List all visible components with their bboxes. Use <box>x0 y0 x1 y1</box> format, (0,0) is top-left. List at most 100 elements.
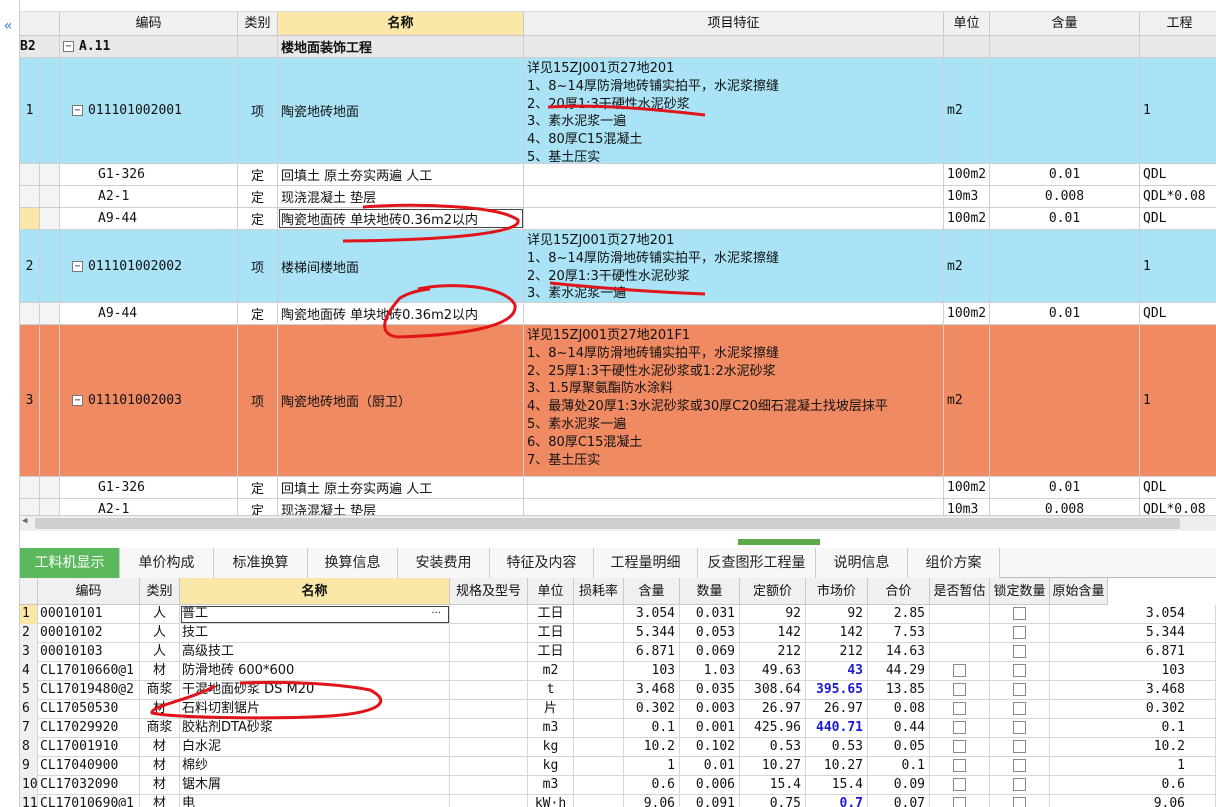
section-row[interactable]: B2− A.11 楼地面装饰工程 <box>20 36 1216 58</box>
material-market[interactable]: 43 <box>806 662 868 681</box>
ellipsis-icon[interactable]: ··· <box>431 605 441 623</box>
material-name[interactable]: 技工 <box>180 624 450 643</box>
material-orig[interactable]: 10.2 <box>1050 738 1216 757</box>
material-code[interactable]: 00010102 <box>38 624 140 643</box>
material-qty[interactable]: 5.344 <box>624 624 680 643</box>
collapse-toggle-icon[interactable]: − <box>63 41 74 52</box>
item-name[interactable]: 回填土 原土夯实两遍 人工 <box>278 477 524 498</box>
horizontal-scrollbar[interactable]: ◀ <box>20 515 1216 531</box>
material-name-header[interactable]: 名称 <box>180 578 450 605</box>
material-estimate[interactable] <box>930 624 990 643</box>
material-spec-header[interactable]: 规格及型号 <box>450 578 528 605</box>
bill-item-row[interactable]: 3−011101002003 项陶瓷地砖地面（厨卫） 详见15ZJ001页27地20… <box>20 325 1216 477</box>
material-orig[interactable]: 3.468 <box>1050 681 1216 700</box>
material-code-header[interactable]: 编码 <box>38 578 140 605</box>
material-amount[interactable]: 0.01 <box>680 757 740 776</box>
estimate-checkbox[interactable] <box>953 683 966 696</box>
item-name[interactable]: 回填土 原土夯实两遍 人工 <box>278 164 524 185</box>
item-qty[interactable]: 0.01 <box>990 303 1140 324</box>
material-total[interactable]: 0.44 <box>868 719 930 738</box>
material-qty-header[interactable]: 含量 <box>624 578 680 605</box>
material-orig[interactable]: 0.6 <box>1050 776 1216 795</box>
material-lock-header[interactable]: 锁定数量 <box>990 578 1050 605</box>
material-lock[interactable] <box>990 681 1050 700</box>
lock-checkbox[interactable] <box>1013 683 1026 696</box>
material-price[interactable]: 425.96 <box>740 719 806 738</box>
bill-item-row[interactable]: 1−011101002001 项陶瓷地砖地面 详见15ZJ001页27地201 1、… <box>20 58 1216 164</box>
material-row[interactable]: 10 CL17032090 材锯木屑 m3 0.6 0.006 15.4 15.4 0.09 0.… <box>20 776 1216 795</box>
quota-row[interactable]: G1-326 定回填土 原土夯实两遍 人工 100m2 0.01 QDL <box>20 477 1216 499</box>
material-lock[interactable] <box>990 700 1050 719</box>
collapse-toggle-icon[interactable]: − <box>72 260 83 272</box>
tab-3[interactable]: 标准换算 <box>214 548 308 578</box>
left-collapse-panel[interactable]: « <box>0 0 20 807</box>
item-expr[interactable]: QDL <box>1140 164 1216 185</box>
item-feature[interactable] <box>524 477 944 498</box>
qty-header[interactable]: 含量 <box>990 12 1140 36</box>
material-loss[interactable] <box>574 605 624 624</box>
material-qty[interactable]: 0.1 <box>624 719 680 738</box>
material-spec[interactable] <box>450 624 528 643</box>
unit-header[interactable]: 单位 <box>944 12 990 36</box>
material-row[interactable]: 11 CL17010690@1 材电 kW·h 9.06 0.091 0.75 0.7 0.07… <box>20 795 1216 807</box>
item-name[interactable]: 现浇混凝土 垫层 <box>278 186 524 207</box>
material-estimate[interactable] <box>930 738 990 757</box>
item-qty[interactable]: 0.008 <box>990 186 1140 207</box>
material-row[interactable]: 1 00010101 人普工 ··· 工日 3.054 0.031 92 92 2.85 3.054 <box>20 605 1216 624</box>
material-type[interactable]: 材 <box>140 738 180 757</box>
material-row[interactable]: 7 CL17029920 商浆 胶粘剂DTA砂浆 m3 0.1 0.001 425.96 440… <box>20 719 1216 738</box>
tab-1[interactable]: 工料机显示 <box>20 548 120 578</box>
lock-checkbox[interactable] <box>1013 702 1026 715</box>
material-unit[interactable]: kg <box>528 757 574 776</box>
item-expr[interactable]: QDL <box>1140 477 1216 498</box>
material-total[interactable]: 7.53 <box>868 624 930 643</box>
material-estimate[interactable] <box>930 643 990 662</box>
material-unit[interactable]: t <box>528 681 574 700</box>
lock-checkbox[interactable] <box>1013 740 1026 753</box>
material-lock[interactable] <box>990 795 1050 807</box>
material-code[interactable]: CL17040900 <box>38 757 140 776</box>
material-amount-header[interactable]: 数量 <box>680 578 740 605</box>
code-header[interactable]: 编码 <box>60 12 238 36</box>
material-price[interactable]: 15.4 <box>740 776 806 795</box>
material-loss[interactable] <box>574 776 624 795</box>
material-lock[interactable] <box>990 662 1050 681</box>
material-total[interactable]: 0.05 <box>868 738 930 757</box>
material-loss[interactable] <box>574 643 624 662</box>
material-price[interactable]: 10.27 <box>740 757 806 776</box>
material-type[interactable]: 材 <box>140 795 180 807</box>
material-spec[interactable] <box>450 643 528 662</box>
material-total[interactable]: 44.29 <box>868 662 930 681</box>
item-qty[interactable] <box>990 230 1140 302</box>
material-amount[interactable]: 0.091 <box>680 795 740 807</box>
material-estimate-header[interactable]: 是否暂估 <box>930 578 990 605</box>
material-orig-header[interactable]: 原始含量 <box>1050 578 1108 605</box>
material-orig[interactable]: 1 <box>1050 757 1216 776</box>
lock-checkbox[interactable] <box>1013 721 1026 734</box>
material-code[interactable]: 00010101 <box>38 605 140 624</box>
material-estimate[interactable] <box>930 776 990 795</box>
material-unit[interactable]: m2 <box>528 662 574 681</box>
material-estimate[interactable] <box>930 662 990 681</box>
material-loss[interactable] <box>574 681 624 700</box>
material-type[interactable]: 材 <box>140 700 180 719</box>
quota-row[interactable]: G1-326 定回填土 原土夯实两遍 人工 100m2 0.01 QDL <box>20 164 1216 186</box>
material-unit[interactable]: m3 <box>528 776 574 795</box>
lock-checkbox[interactable] <box>1013 759 1026 772</box>
material-total-header[interactable]: 合价 <box>868 578 930 605</box>
material-estimate[interactable] <box>930 681 990 700</box>
material-code[interactable]: CL17010660@1 <box>38 662 140 681</box>
material-lock[interactable] <box>990 738 1050 757</box>
material-amount[interactable]: 0.006 <box>680 776 740 795</box>
item-expr[interactable]: 1 <box>1140 325 1216 476</box>
material-amount[interactable]: 0.035 <box>680 681 740 700</box>
material-code[interactable]: CL17001910 <box>38 738 140 757</box>
item-name[interactable]: 楼梯间楼地面 <box>278 230 524 302</box>
tab-10[interactable]: 组价方案 <box>908 548 1000 578</box>
material-total[interactable]: 13.85 <box>868 681 930 700</box>
material-market[interactable]: 92 <box>806 605 868 624</box>
material-unit-header[interactable]: 单位 <box>528 578 574 605</box>
material-spec[interactable] <box>450 700 528 719</box>
material-price[interactable]: 92 <box>740 605 806 624</box>
material-lock[interactable] <box>990 776 1050 795</box>
